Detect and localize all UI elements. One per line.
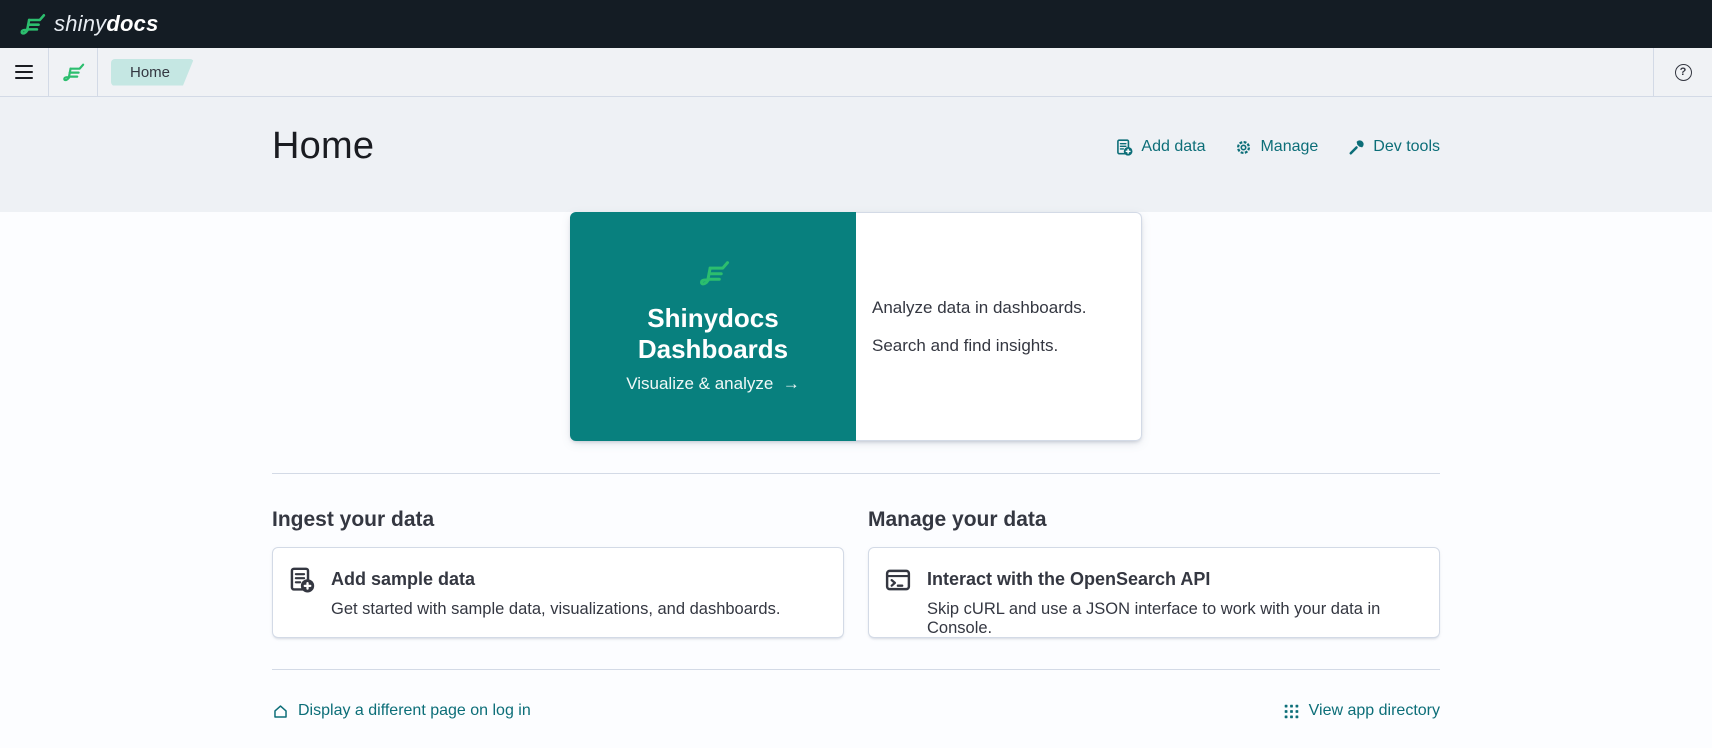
hamburger-menu-icon <box>15 65 33 67</box>
apps-grid-icon <box>1283 703 1300 720</box>
feature-card-description: Skip cURL and use a JSON interface to wo… <box>927 600 1423 638</box>
ingest-data-section: Ingest your data Add sample data Get sta… <box>272 508 844 638</box>
overview-description-line: Search and find insights. <box>872 334 1131 358</box>
manage-data-section: Manage your data Interact with the OpenS… <box>868 508 1440 638</box>
opensearch-api-card[interactable]: Interact with the OpenSearch API Skip cU… <box>868 547 1440 638</box>
gear-icon <box>1235 139 1252 156</box>
change-home-route-label: Display a different page on log in <box>298 702 531 720</box>
feature-columns: Ingest your data Add sample data Get sta… <box>272 508 1440 638</box>
dashboards-card-title: Shinydocs Dashboards <box>570 303 856 365</box>
dev-tools-button[interactable]: Dev tools <box>1348 138 1440 156</box>
section-heading-ingest: Ingest your data <box>272 508 844 532</box>
shinydocs-logo-icon <box>18 12 46 37</box>
main-content: Shinydocs Dashboards Visualize & analyze… <box>0 212 1712 720</box>
top-app-bar: shinydocs <box>0 0 1712 48</box>
change-home-route-link[interactable]: Display a different page on log in <box>272 702 531 720</box>
section-heading-manage: Manage your data <box>868 508 1440 532</box>
toolbar: Home ? <box>0 48 1712 97</box>
feature-card-title: Add sample data <box>331 566 780 592</box>
wordmark-light: shiny <box>54 11 106 36</box>
add-data-icon <box>1116 139 1133 156</box>
help-menu-button[interactable]: ? <box>1654 48 1712 96</box>
arrow-right-icon: → <box>783 374 800 393</box>
header-actions: Add data Manage Dev tools <box>1116 135 1440 159</box>
wordmark-bold: docs <box>106 11 158 36</box>
overview-description-line: Analyze data in dashboards. <box>872 296 1131 320</box>
footer-divider <box>272 669 1440 670</box>
breadcrumbs: Home <box>98 48 194 96</box>
add-data-label: Add data <box>1141 138 1205 156</box>
view-app-directory-label: View app directory <box>1309 702 1440 720</box>
visualize-analyze-link[interactable]: Visualize & analyze → <box>626 374 800 394</box>
section-divider <box>272 473 1440 474</box>
view-app-directory-link[interactable]: View app directory <box>1283 702 1440 720</box>
footer: Display a different page on log in View … <box>272 702 1440 720</box>
dev-tools-label: Dev tools <box>1373 138 1440 156</box>
dashboards-overview-card: Shinydocs Dashboards Visualize & analyze… <box>570 212 1142 441</box>
feature-card-description: Get started with sample data, visualizat… <box>331 600 780 619</box>
add-sample-data-card[interactable]: Add sample data Get started with sample … <box>272 547 844 638</box>
console-icon <box>885 567 911 593</box>
home-logo-button[interactable] <box>49 48 97 96</box>
brand-logo[interactable]: shinydocs <box>18 11 159 37</box>
manage-button[interactable]: Manage <box>1235 138 1318 156</box>
wrench-icon <box>1348 139 1365 156</box>
dashboards-card-cta-panel[interactable]: Shinydocs Dashboards Visualize & analyze… <box>570 212 856 441</box>
shinydocs-logo-icon <box>697 259 730 288</box>
add-data-button[interactable]: Add data <box>1116 138 1205 156</box>
home-icon <box>272 703 289 720</box>
dashboards-card-description-panel: Analyze data in dashboards. Search and f… <box>856 212 1142 441</box>
hamburger-menu-button[interactable] <box>0 48 48 96</box>
toolbar-spacer <box>194 48 1653 96</box>
page-title: Home <box>272 125 374 168</box>
help-icon: ? <box>1675 64 1692 81</box>
brand-wordmark: shinydocs <box>54 11 159 37</box>
add-sample-data-icon <box>289 567 315 593</box>
manage-label: Manage <box>1260 138 1318 156</box>
feature-card-title: Interact with the OpenSearch API <box>927 566 1423 592</box>
shinydocs-logo-icon <box>61 62 85 83</box>
breadcrumb-home-tab[interactable]: Home <box>111 59 194 86</box>
